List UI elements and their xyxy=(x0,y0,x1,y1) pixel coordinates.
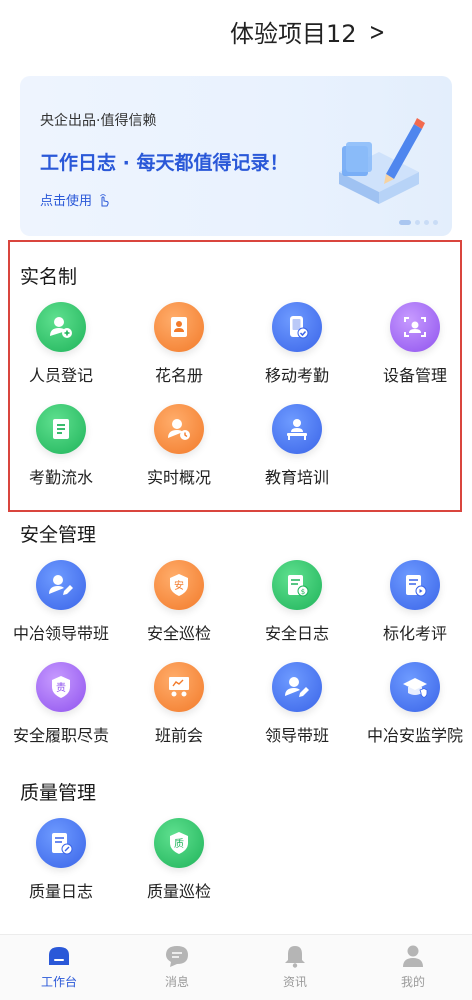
tile-quality-inspection[interactable]: 质 质量巡检 xyxy=(120,818,238,902)
tile-leader-duty[interactable]: 领导带班 xyxy=(238,662,356,746)
tab-workbench[interactable]: 工作台 xyxy=(0,935,118,1000)
notebook-pen-illustration-icon xyxy=(339,118,425,204)
roster-icon xyxy=(154,302,204,352)
section-title-real-name: 实名制 xyxy=(20,266,78,288)
tab-messages[interactable]: 消息 xyxy=(118,935,236,1000)
tile-label: 标化考评 xyxy=(382,624,447,643)
quality-badge-icon: 质 xyxy=(154,818,204,868)
tile-label: 安全履职尽责 xyxy=(12,726,109,745)
tab-news[interactable]: 资讯 xyxy=(236,935,354,1000)
tile-label: 中冶领导带班 xyxy=(12,624,109,643)
tile-safety-inspection[interactable]: 安 安全巡检 xyxy=(120,560,238,644)
home-icon xyxy=(49,947,69,965)
banner-subtitle: 央企出品·值得信赖 xyxy=(40,113,157,129)
tile-label: 人员登记 xyxy=(28,366,93,385)
tab-label: 消息 xyxy=(164,975,189,989)
person-clock-icon xyxy=(154,404,204,454)
tile-mcc-leader-duty[interactable]: 中冶领导带班 xyxy=(2,560,120,644)
tile-person-register[interactable]: 人员登记 xyxy=(2,302,120,386)
tile-label: 班前会 xyxy=(154,726,203,745)
tile-device-management[interactable]: 设备管理 xyxy=(356,302,472,386)
project-switcher[interactable]: 体验项目12 > xyxy=(230,14,387,49)
tile-label: 质量巡检 xyxy=(146,882,211,901)
bell-icon xyxy=(285,946,305,968)
lecture-icon xyxy=(272,404,322,454)
quality-log-icon xyxy=(36,818,86,868)
tile-mobile-attendance[interactable]: 移动考勤 xyxy=(238,302,356,386)
tile-label: 花名册 xyxy=(154,366,203,385)
tile-standard-evaluation[interactable]: 标化考评 xyxy=(356,560,472,644)
tile-label: 移动考勤 xyxy=(264,366,329,385)
tap-hand-icon xyxy=(100,193,109,206)
tile-quality-log[interactable]: 质量日志 xyxy=(2,818,120,902)
tab-label: 资讯 xyxy=(282,975,307,989)
tab-label: 工作台 xyxy=(40,975,77,989)
tile-label: 考勤流水 xyxy=(28,468,93,487)
tile-safety-log[interactable]: $ 安全日志 xyxy=(238,560,356,644)
tile-realtime-overview[interactable]: 实时概况 xyxy=(120,404,238,488)
safety-badge-icon: 安 xyxy=(154,560,204,610)
person-add-icon xyxy=(36,302,86,352)
tile-pre-shift-meeting[interactable]: 班前会 xyxy=(120,662,238,746)
leader-edit-icon xyxy=(272,662,322,712)
tab-mine[interactable]: 我的 xyxy=(354,935,472,1000)
evaluation-icon xyxy=(390,560,440,610)
tile-education-training[interactable]: 教育培训 xyxy=(238,404,356,488)
banner-pager xyxy=(399,220,438,225)
svg-text:责: 责 xyxy=(56,681,66,694)
tile-label: 中冶安监学院 xyxy=(366,726,463,745)
user-icon xyxy=(403,945,423,967)
promo-banner[interactable]: 央企出品·值得信赖 工作日志 · 每天都值得记录！ 点击使用 xyxy=(20,76,452,236)
tile-label: 领导带班 xyxy=(264,726,329,745)
tile-label: 教育培训 xyxy=(264,468,329,487)
section-title-quality: 质量管理 xyxy=(20,782,97,804)
project-title: 体验项目12 xyxy=(230,20,357,48)
tile-label: 安全巡检 xyxy=(146,624,211,643)
tile-roster[interactable]: 花名册 xyxy=(120,302,238,386)
mobile-check-icon xyxy=(272,302,322,352)
section-title-safety: 安全管理 xyxy=(20,524,97,546)
svg-text:安: 安 xyxy=(174,579,184,592)
tile-label: 质量日志 xyxy=(28,882,93,901)
top-bar: 体验项目12 > xyxy=(0,0,472,62)
tile-label: 安全日志 xyxy=(264,624,329,643)
banner-cta[interactable]: 点击使用 xyxy=(40,190,110,209)
tile-label: 实时概况 xyxy=(146,468,211,487)
bottom-tab-bar: 工作台 消息 资讯 我的 xyxy=(0,934,472,1000)
banner-headline: 工作日志 · 每天都值得记录！ xyxy=(40,152,289,174)
document-list-icon xyxy=(36,404,86,454)
svg-text:$: $ xyxy=(301,588,305,596)
duty-badge-icon: 责 xyxy=(36,662,86,712)
tile-safety-duty[interactable]: 责 安全履职尽责 xyxy=(2,662,120,746)
banner-cta-label: 点击使用 xyxy=(40,194,93,209)
chat-icon xyxy=(166,946,188,967)
face-scan-icon xyxy=(390,302,440,352)
tile-label: 设备管理 xyxy=(382,366,447,385)
meeting-board-icon xyxy=(154,662,204,712)
graduation-cap-icon xyxy=(390,662,440,712)
tile-mcc-safety-academy[interactable]: 中冶安监学院 xyxy=(356,662,472,746)
leader-edit-icon xyxy=(36,560,86,610)
chevron-right-icon: > xyxy=(368,17,385,46)
tab-label: 我的 xyxy=(400,975,425,989)
svg-text:质: 质 xyxy=(174,838,184,850)
safety-log-icon: $ xyxy=(272,560,322,610)
tile-attendance-records[interactable]: 考勤流水 xyxy=(2,404,120,488)
